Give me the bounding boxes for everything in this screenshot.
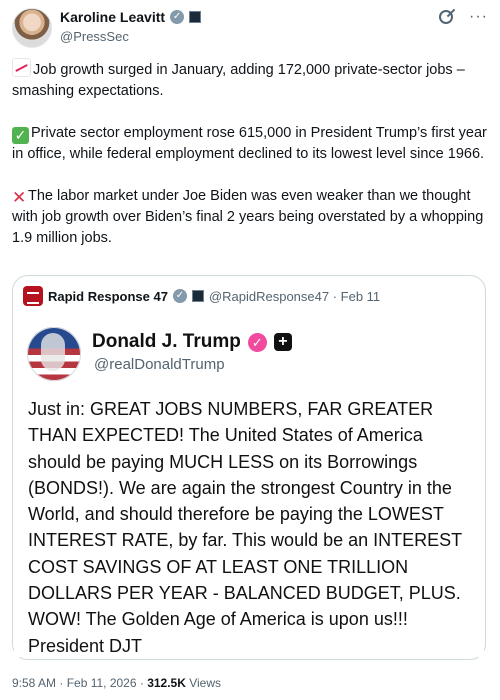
check-mark-emoji: ✓: [12, 127, 29, 144]
plus-badge-icon: +: [273, 333, 292, 351]
quoted-post-card[interactable]: Rapid Response 47 ✓ @RapidResponse47 · F…: [12, 275, 486, 660]
grok-icon[interactable]: [439, 10, 454, 24]
author-name-row: Karoline Leavitt ✓: [60, 9, 202, 25]
post-footer: 9:58 AM · Feb 11, 2026 · 312.5K Views: [12, 676, 221, 690]
verified-badge-icon[interactable]: ✓: [170, 10, 185, 24]
trump-handle: @realDonaldTrump: [94, 356, 225, 373]
views-count: 312.5K: [147, 676, 186, 690]
quoted-post-header: Rapid Response 47 ✓ @RapidResponse47 · F…: [23, 286, 380, 306]
quoted-handle-date[interactable]: @RapidResponse47 · Feb 11: [209, 289, 380, 304]
chart-increasing-emoji: [12, 58, 31, 77]
post-paragraph: Job growth surged in January, adding 172…: [12, 58, 488, 102]
government-badge-icon[interactable]: [191, 290, 204, 302]
post-paragraph: ✕ The labor market under Joe Biden was ev…: [12, 188, 484, 246]
post-actions: ···: [439, 9, 488, 25]
pink-verified-icon: ✓: [247, 332, 267, 352]
author-handle[interactable]: @PressSec: [60, 29, 129, 44]
cross-mark-emoji: ✕: [12, 188, 27, 207]
more-icon[interactable]: ···: [469, 9, 488, 25]
author-avatar[interactable]: [12, 8, 52, 48]
post-timestamp[interactable]: 9:58 AM · Feb 11, 2026 ·: [12, 676, 147, 690]
post-header: Karoline Leavitt ✓ @PressSec ···: [12, 8, 488, 48]
trump-name: Donald J. Trump: [92, 331, 241, 352]
trump-avatar: [27, 327, 81, 381]
views-label: Views: [185, 676, 222, 690]
trump-post-text: Just in: GREAT JOBS NUMBERS, FAR GREATER…: [28, 399, 462, 656]
quoted-author-name[interactable]: Rapid Response 47: [48, 289, 168, 304]
post-body: Job growth surged in January, adding 172…: [12, 58, 488, 249]
verified-badge-icon[interactable]: ✓: [172, 289, 187, 303]
government-badge-icon[interactable]: [189, 11, 202, 23]
author-name[interactable]: Karoline Leavitt: [60, 9, 165, 25]
trump-name-row: Donald J. Trump ✓ +: [92, 331, 292, 353]
post-paragraph: ✓ Private sector employment rose 615,000 …: [12, 125, 487, 162]
embedded-truth-post: Donald J. Trump ✓ + @realDonaldTrump Jus…: [14, 316, 484, 657]
quoted-author-avatar[interactable]: [23, 286, 43, 306]
